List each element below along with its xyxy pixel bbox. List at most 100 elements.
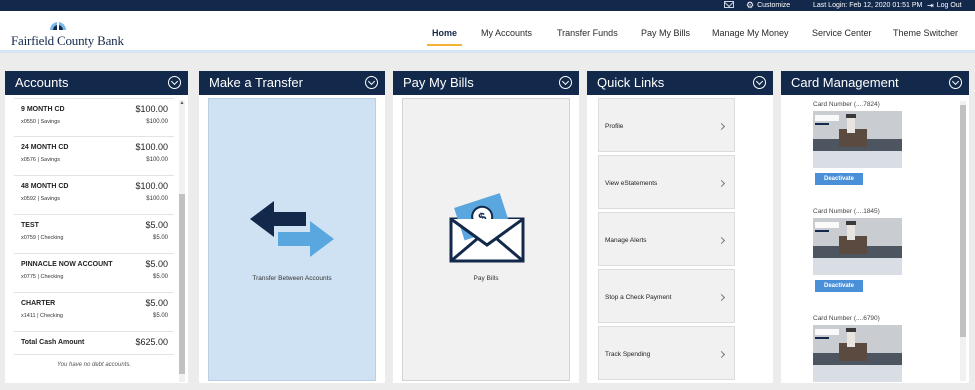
account-available: $5.00: [152, 313, 168, 319]
collapse-chevron-icon[interactable]: [168, 76, 181, 89]
logout-icon: ⇥: [927, 1, 934, 10]
account-available: $5.00: [152, 274, 168, 280]
quick-link-label: View eStatements: [605, 180, 658, 187]
accounts-scrollbar[interactable]: ▲: [179, 100, 185, 382]
nav-manage-my-money[interactable]: Manage My Money: [712, 28, 789, 38]
accounts-title: Accounts: [15, 75, 69, 90]
scroll-up-arrow-icon[interactable]: ▲: [179, 100, 185, 106]
account-name: CHARTER: [21, 300, 56, 307]
nav-service-center[interactable]: Service Center: [812, 28, 872, 38]
collapse-chevron-icon[interactable]: [365, 76, 378, 89]
deactivate-button[interactable]: Deactivate: [815, 173, 863, 185]
nav-my-accounts[interactable]: My Accounts: [481, 28, 532, 38]
account-available: $100.00: [146, 119, 168, 125]
account-number-type: x0592 | Savings: [21, 196, 61, 202]
card-lighthouse-image[interactable]: [813, 111, 902, 168]
card-management-panel: Card Management Card Number (....7824) D…: [781, 71, 969, 383]
account-available: $100.00: [146, 157, 168, 163]
account-balance: $100.00: [135, 181, 168, 191]
transfer-title: Make a Transfer: [209, 75, 303, 90]
card-item: Card Number (....6790): [813, 315, 908, 382]
account-available: $5.00: [152, 235, 168, 241]
account-row[interactable]: 9 MONTH CD x0550 | Savings $100.00 $100.…: [14, 98, 174, 137]
quick-link-profile[interactable]: Profile: [598, 98, 735, 152]
quick-link-track-spending[interactable]: Track Spending: [598, 326, 735, 380]
account-row[interactable]: PINNACLE NOW ACCOUNT x0775 | Checking $5…: [14, 254, 174, 293]
pay-bills-tile[interactable]: $ Pay Bills: [402, 98, 570, 381]
quick-links-title: Quick Links: [597, 75, 665, 90]
card-number: Card Number (....1845): [813, 208, 880, 215]
nav-pay-my-bills[interactable]: Pay My Bills: [641, 28, 690, 38]
no-debt-message: You have no debt accounts.: [56, 362, 132, 368]
accounts-list: 9 MONTH CD x0550 | Savings $100.00 $100.…: [14, 98, 177, 381]
customize-link[interactable]: ⚙ Customize: [746, 1, 790, 10]
mail-icon: [724, 1, 734, 8]
nav-transfer-funds[interactable]: Transfer Funds: [557, 28, 618, 38]
accounts-panel: Accounts 9 MONTH CD x0550 | Savings $100…: [5, 71, 188, 383]
account-name: TEST: [21, 222, 39, 229]
bill-envelope-icon: $: [449, 193, 525, 263]
card-item: Card Number (....7824) Deactivate: [813, 101, 908, 185]
logout-label: Log Out: [936, 2, 962, 9]
total-cash-row: Total Cash Amount $625.00: [14, 331, 174, 355]
total-cash-value: $625.00: [135, 337, 168, 347]
bank-name: Fairfield County Bank: [11, 33, 124, 48]
account-name: 48 MONTH CD: [21, 183, 69, 190]
account-balance: $100.00: [135, 104, 168, 114]
collapse-chevron-icon[interactable]: [559, 76, 572, 89]
deactivate-button[interactable]: Deactivate: [815, 280, 863, 292]
chevron-right-icon: [717, 293, 726, 302]
site-header: Fairfield County Bank Home My Accounts T…: [0, 11, 975, 53]
transfer-arrows-icon: [250, 201, 334, 257]
bank-logo[interactable]: Fairfield County Bank: [11, 17, 124, 51]
collapse-chevron-icon[interactable]: [753, 76, 766, 89]
logout-link[interactable]: ⇥ Log Out: [927, 1, 962, 10]
lighthouse-logo-icon: [50, 22, 66, 30]
scroll-thumb[interactable]: [179, 194, 185, 374]
quick-links-panel: Quick Links Profile View eStatements Man…: [587, 71, 773, 383]
transfer-header: Make a Transfer: [199, 71, 385, 95]
account-balance: $5.00: [145, 298, 168, 308]
quick-link-manage-alerts[interactable]: Manage Alerts: [598, 212, 735, 266]
account-available: $100.00: [146, 196, 168, 202]
messages-link[interactable]: [724, 1, 734, 8]
quick-link-stop-check-payment[interactable]: Stop a Check Payment: [598, 269, 735, 323]
quick-links-header: Quick Links: [587, 71, 773, 95]
transfer-between-accounts-tile[interactable]: Transfer Between Accounts: [208, 98, 376, 381]
account-row[interactable]: 48 MONTH CD x0592 | Savings $100.00 $100…: [14, 176, 174, 215]
card-item: Card Number (....1845) Deactivate: [813, 208, 908, 292]
bills-header: Pay My Bills: [393, 71, 579, 95]
transfer-tile-label: Transfer Between Accounts: [252, 275, 332, 282]
quick-link-view-estatements[interactable]: View eStatements: [598, 155, 735, 209]
card-management-title: Card Management: [791, 75, 899, 90]
account-number-type: x0775 | Checking: [21, 274, 64, 280]
card-management-header: Card Management: [781, 71, 969, 95]
account-balance: $5.00: [145, 259, 168, 269]
gear-icon: ⚙: [746, 0, 755, 10]
account-row[interactable]: TEST x0759 | Checking $5.00 $5.00: [14, 215, 174, 254]
nav-theme-switcher[interactable]: Theme Switcher: [893, 28, 958, 38]
chevron-right-icon: [717, 122, 726, 131]
quick-link-label: Manage Alerts: [605, 237, 647, 244]
last-login: Last Login: Feb 12, 2020 01:51 PM: [813, 1, 922, 10]
quick-link-label: Stop a Check Payment: [605, 294, 672, 301]
card-number: Card Number (....6790): [813, 315, 880, 322]
bills-title: Pay My Bills: [403, 75, 474, 90]
accounts-header: Accounts: [5, 71, 188, 95]
card-lighthouse-image[interactable]: [813, 218, 902, 275]
account-number-type: x1411 | Checking: [21, 313, 63, 319]
chevron-right-icon: [717, 179, 726, 188]
pay-bills-tile-label: Pay Bills: [473, 275, 499, 282]
collapse-chevron-icon[interactable]: [949, 76, 962, 89]
scroll-thumb[interactable]: [960, 105, 966, 337]
account-row[interactable]: 24 MONTH CD x0576 | Savings $100.00 $100…: [14, 137, 174, 176]
account-row[interactable]: CHARTER x1411 | Checking $5.00 $5.00: [14, 293, 174, 332]
bills-panel: Pay My Bills $ Pay Bills: [393, 71, 579, 383]
utility-bar: ⚙ Customize Last Login: Feb 12, 2020 01:…: [0, 0, 975, 11]
card-lighthouse-image[interactable]: [813, 325, 902, 382]
account-name: 9 MONTH CD: [21, 106, 65, 113]
nav-home[interactable]: Home: [432, 28, 457, 38]
transfer-panel: Make a Transfer Transfer Between Account…: [199, 71, 385, 383]
card-scrollbar[interactable]: [960, 101, 966, 381]
account-number-type: x0576 | Savings: [21, 157, 61, 163]
